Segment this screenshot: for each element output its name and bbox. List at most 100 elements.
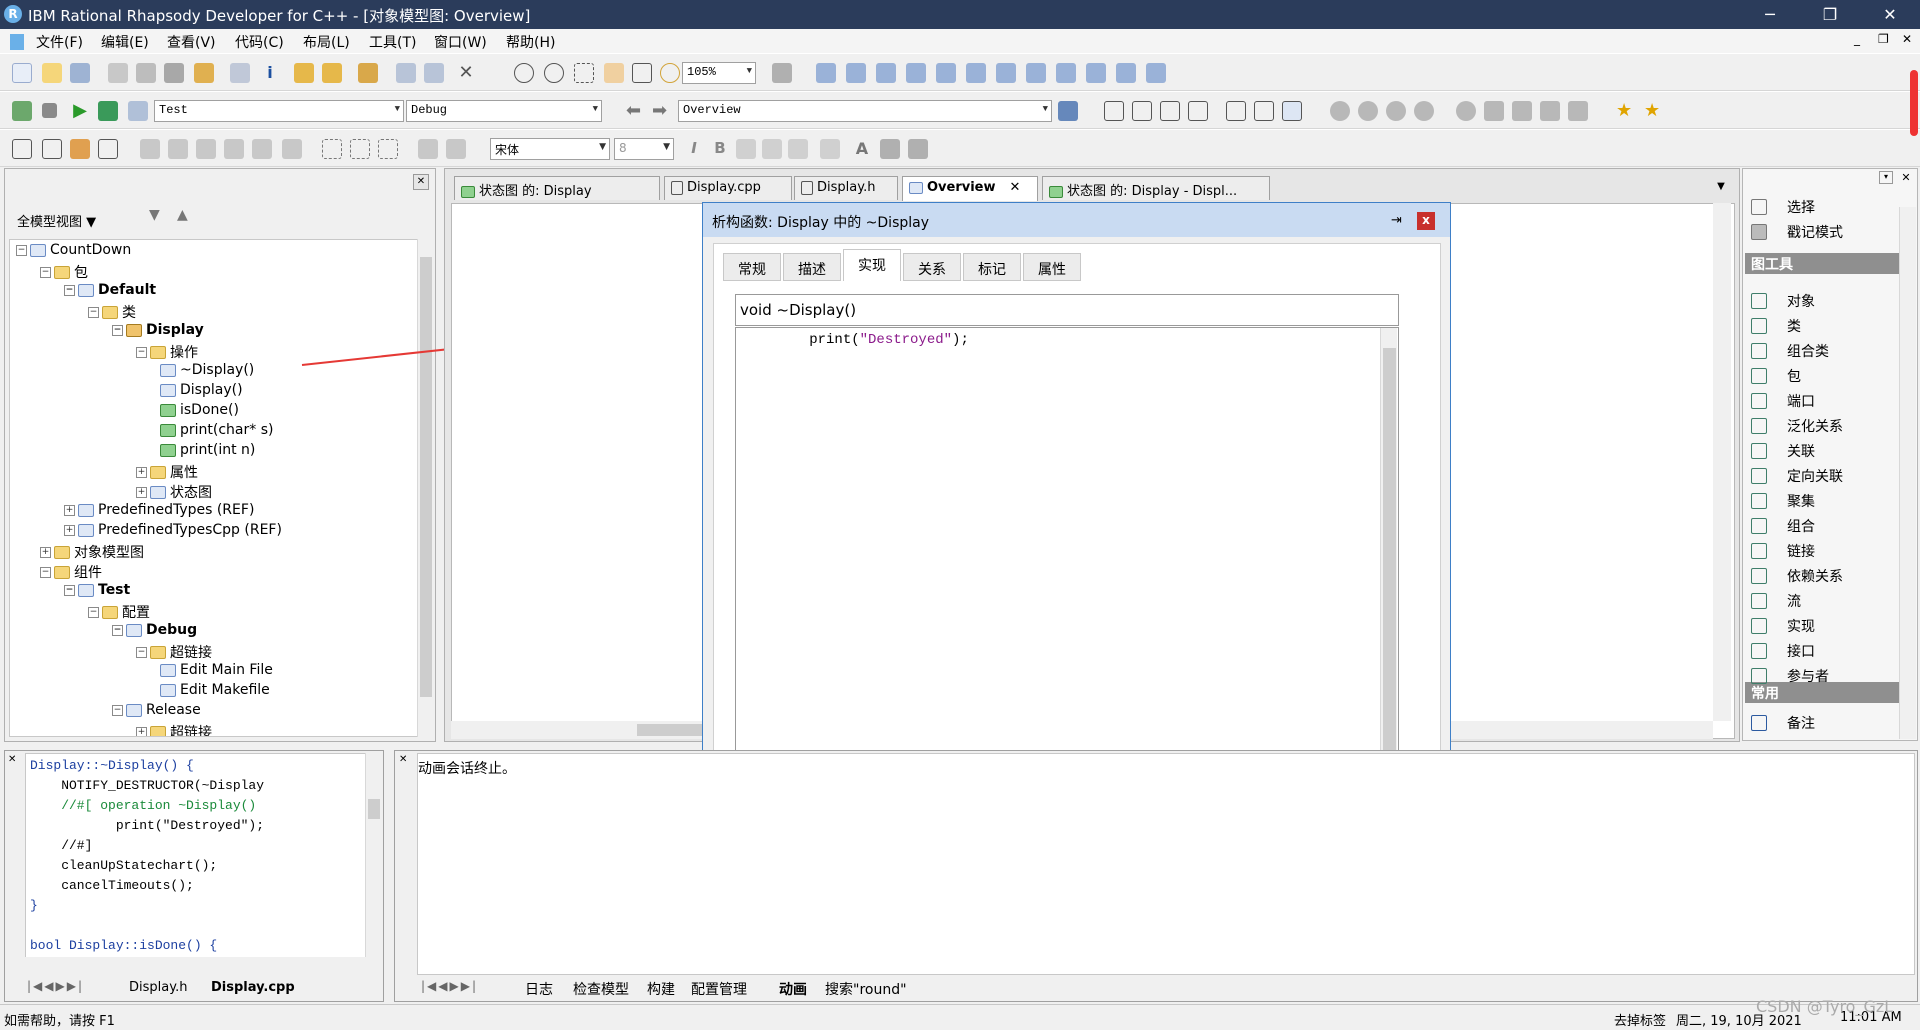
palette-tool[interactable]: 链接 — [1751, 541, 1815, 561]
tab-statechart-display-2[interactable]: 状态图 的: Display - Displ... — [1042, 176, 1270, 200]
palette-tool[interactable]: 组合类 — [1751, 341, 1829, 361]
diagram-tool-7-icon[interactable] — [996, 63, 1016, 83]
diagram-tool-12-icon[interactable] — [1146, 63, 1166, 83]
tree-node[interactable]: − Debug — [112, 622, 197, 638]
font-size-combo[interactable]: 8 ▼ — [614, 138, 674, 160]
dialog-tab[interactable]: 描述 — [783, 253, 841, 281]
tab-display-h[interactable]: Display.h — [794, 176, 898, 200]
grid-icon[interactable] — [12, 139, 32, 159]
tree-node[interactable]: + 对象模型图 — [40, 542, 144, 562]
expand-toggle-icon[interactable]: − — [112, 704, 123, 716]
tree-node[interactable]: isDone() — [160, 402, 239, 418]
dialog-close-button[interactable]: x — [1417, 212, 1435, 230]
tree-node[interactable]: − 包 — [40, 262, 88, 282]
ruler-icon[interactable] — [70, 139, 90, 159]
anim-1-icon[interactable] — [1330, 101, 1350, 121]
layout-4-icon[interactable] — [1188, 101, 1208, 121]
expand-toggle-icon[interactable]: − — [64, 584, 75, 596]
palette-tool[interactable]: 泛化关系 — [1751, 416, 1843, 436]
space-1-icon[interactable] — [418, 139, 438, 159]
output-tab[interactable]: 动画 — [779, 979, 807, 999]
menu-code[interactable]: 代码(C) — [235, 32, 284, 52]
palette-close-icon[interactable]: ✕ — [1899, 171, 1913, 184]
paste-icon[interactable] — [164, 63, 184, 83]
line-color-icon[interactable] — [880, 139, 900, 159]
anim-9-icon[interactable] — [1568, 101, 1588, 121]
anim-8-icon[interactable] — [1540, 101, 1560, 121]
palette-tool[interactable]: 定向关联 — [1751, 466, 1843, 486]
run-icon[interactable]: ▶ — [70, 101, 90, 121]
diagram-tool-8-icon[interactable] — [1026, 63, 1046, 83]
page-icon[interactable] — [98, 139, 118, 159]
font-color-icon[interactable]: A — [852, 139, 872, 159]
expand-toggle-icon[interactable]: − — [112, 324, 123, 336]
palette-tool[interactable]: 对象 — [1751, 291, 1815, 311]
palette-tool[interactable]: 参与者 — [1751, 666, 1829, 686]
open-icon[interactable] — [42, 63, 62, 83]
expand-toggle-icon[interactable]: − — [88, 606, 99, 618]
browser-close-button[interactable]: ✕ — [413, 174, 429, 190]
palette-section-diagram-tools[interactable]: 图工具 — [1745, 253, 1915, 274]
align-left-icon[interactable] — [736, 139, 756, 159]
tree-node[interactable]: + PredefinedTypesCpp (REF) — [64, 522, 282, 538]
palette-tool[interactable]: 流 — [1751, 591, 1801, 611]
save-icon[interactable] — [70, 63, 90, 83]
configuration-combo[interactable]: Debug ▼ — [406, 100, 602, 122]
dialog-tab[interactable]: 属性 — [1023, 253, 1081, 281]
tree-node[interactable]: − Release — [112, 702, 201, 718]
palette-tool[interactable]: 实现 — [1751, 616, 1815, 636]
star-add-icon[interactable]: ★ — [1644, 101, 1664, 121]
tab-close-icon[interactable]: ✕ — [1010, 180, 1021, 195]
tree-node[interactable]: Edit Makefile — [160, 682, 270, 698]
expand-toggle-icon[interactable]: + — [136, 466, 147, 478]
align-right-icon[interactable] — [788, 139, 808, 159]
redo-icon[interactable] — [322, 63, 342, 83]
expand-toggle-icon[interactable]: + — [64, 504, 75, 516]
align-5-icon[interactable] — [252, 139, 272, 159]
tree-node[interactable]: + PredefinedTypes (REF) — [64, 502, 254, 518]
dialog-tab[interactable]: 标记 — [963, 253, 1021, 281]
locate-icon[interactable] — [424, 63, 444, 83]
tab-overview[interactable]: Overview ✕ — [902, 176, 1038, 201]
code-tab-display-cpp[interactable]: Display.cpp — [211, 980, 295, 995]
dialog-tab[interactable]: 实现 — [843, 249, 901, 281]
expand-toggle-icon[interactable]: − — [136, 646, 147, 658]
canvas-scrollbar-v[interactable] — [1713, 203, 1731, 721]
restore-button[interactable]: ❐ — [1800, 0, 1860, 29]
align-1-icon[interactable] — [140, 139, 160, 159]
expand-toggle-icon[interactable]: + — [136, 486, 147, 498]
expand-toggle-icon[interactable]: − — [40, 566, 51, 578]
palette-tool[interactable]: 包 — [1751, 366, 1801, 386]
diagram-tool-4-icon[interactable] — [906, 63, 926, 83]
expand-toggle-icon[interactable]: − — [40, 266, 51, 278]
pin-icon[interactable]: ⇥ — [1391, 213, 1402, 228]
debug-run-icon[interactable] — [98, 101, 118, 121]
align-2-icon[interactable] — [168, 139, 188, 159]
zoom-region-icon[interactable] — [574, 63, 594, 83]
stop-icon[interactable] — [42, 103, 57, 118]
move-down-icon[interactable]: ▼ — [149, 207, 160, 223]
diagram-tool-10-icon[interactable] — [1086, 63, 1106, 83]
expand-toggle-icon[interactable]: + — [64, 524, 75, 536]
tab-statechart-display[interactable]: 状态图 的: Display — [454, 176, 660, 200]
copy-icon[interactable] — [136, 63, 156, 83]
editor-scrollbar-v[interactable] — [1380, 328, 1397, 818]
palette-tool[interactable]: 依赖关系 — [1751, 566, 1843, 586]
code-tab-nav[interactable]: |◀◀▶▶| — [27, 979, 84, 993]
output-tab[interactable]: 构建 — [647, 979, 675, 999]
make-icon[interactable] — [12, 101, 32, 121]
tree-node[interactable]: + 属性 — [136, 462, 198, 482]
tree-node[interactable]: − 超链接 — [136, 642, 212, 662]
binoculars-icon[interactable] — [1058, 101, 1078, 121]
diagram-tool-3-icon[interactable] — [876, 63, 896, 83]
undo-icon[interactable] — [294, 63, 314, 83]
anim-6-icon[interactable] — [1484, 101, 1504, 121]
size-1-icon[interactable] — [322, 139, 342, 159]
format-painter-icon[interactable] — [194, 63, 214, 83]
tree-node[interactable]: − Display — [112, 322, 204, 338]
bullets-icon[interactable] — [820, 139, 840, 159]
palette-tool[interactable]: 类 — [1751, 316, 1801, 336]
pan-icon[interactable] — [604, 63, 624, 83]
mdi-restore-button[interactable]: ❐ — [1878, 32, 1889, 46]
palette-scrollbar[interactable] — [1899, 207, 1916, 739]
